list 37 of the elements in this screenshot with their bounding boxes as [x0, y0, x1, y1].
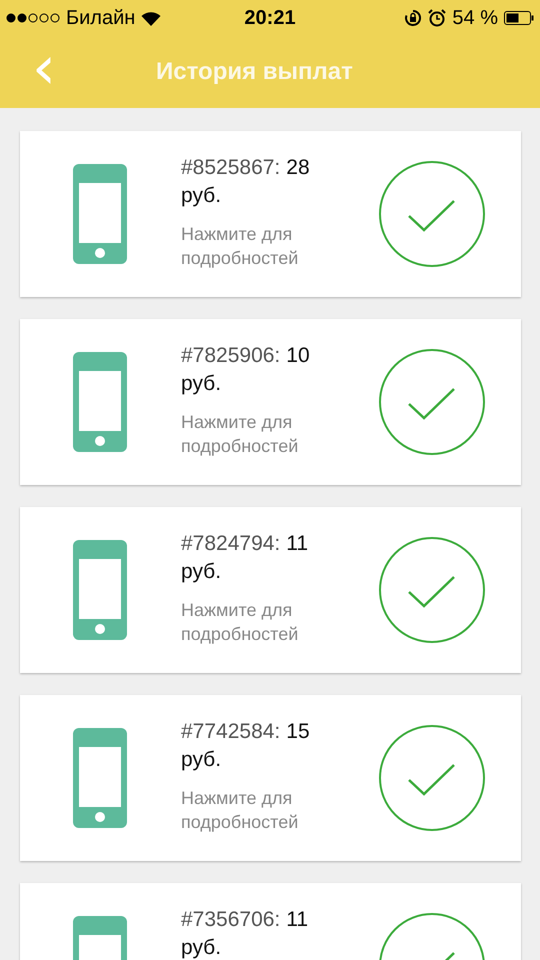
payment-card[interactable]: #7356706: 11 руб.: [20, 883, 521, 960]
phone-icon: [73, 728, 127, 828]
payment-amount: 11: [286, 907, 308, 933]
battery-icon: [504, 11, 534, 25]
phone-icon: [73, 164, 127, 264]
status-time: 20:21: [244, 6, 296, 30]
payment-number: #7356706:: [181, 907, 280, 933]
signal-icon: [6, 13, 60, 23]
payment-card[interactable]: #7825906: 10 руб. Нажмите для подробностей: [20, 319, 521, 485]
payment-amount: 15: [286, 719, 310, 745]
payment-number: #7825906:: [181, 343, 280, 369]
currency-label: руб.: [181, 183, 222, 209]
details-hint: Нажмите для подробностей: [181, 223, 300, 270]
payment-card[interactable]: #7824794: 11 руб. Нажмите для подробностей: [20, 507, 521, 673]
payment-amount: 11: [286, 531, 308, 557]
payment-number: #8525867:: [181, 155, 280, 181]
battery-percent: 54 %: [452, 6, 498, 30]
details-hint: Нажмите для подробностей: [181, 411, 300, 458]
currency-label: руб.: [181, 559, 222, 585]
payment-number: #7824794:: [181, 531, 280, 557]
rotation-lock-icon: [404, 9, 422, 27]
alarm-clock-icon: [428, 9, 446, 27]
payment-card[interactable]: #8525867: 28 руб. Нажмите для подробностей: [20, 131, 521, 297]
details-hint: Нажмите для подробностей: [181, 599, 300, 646]
currency-label: руб.: [181, 935, 222, 960]
phone-icon: [73, 352, 127, 452]
payment-card[interactable]: #7742584: 15 руб. Нажмите для подробностей: [20, 695, 521, 861]
payment-amount: 28: [286, 155, 310, 181]
currency-label: руб.: [181, 371, 222, 397]
phone-icon: [73, 540, 127, 640]
details-hint: Нажмите для подробностей: [181, 787, 300, 834]
wifi-icon: [141, 10, 162, 26]
currency-label: руб.: [181, 747, 222, 773]
screen-title: История выплат: [156, 58, 353, 86]
payment-amount: 10: [286, 343, 310, 369]
carrier-name: Билайн: [66, 6, 136, 30]
payment-number: #7742584:: [181, 719, 280, 745]
